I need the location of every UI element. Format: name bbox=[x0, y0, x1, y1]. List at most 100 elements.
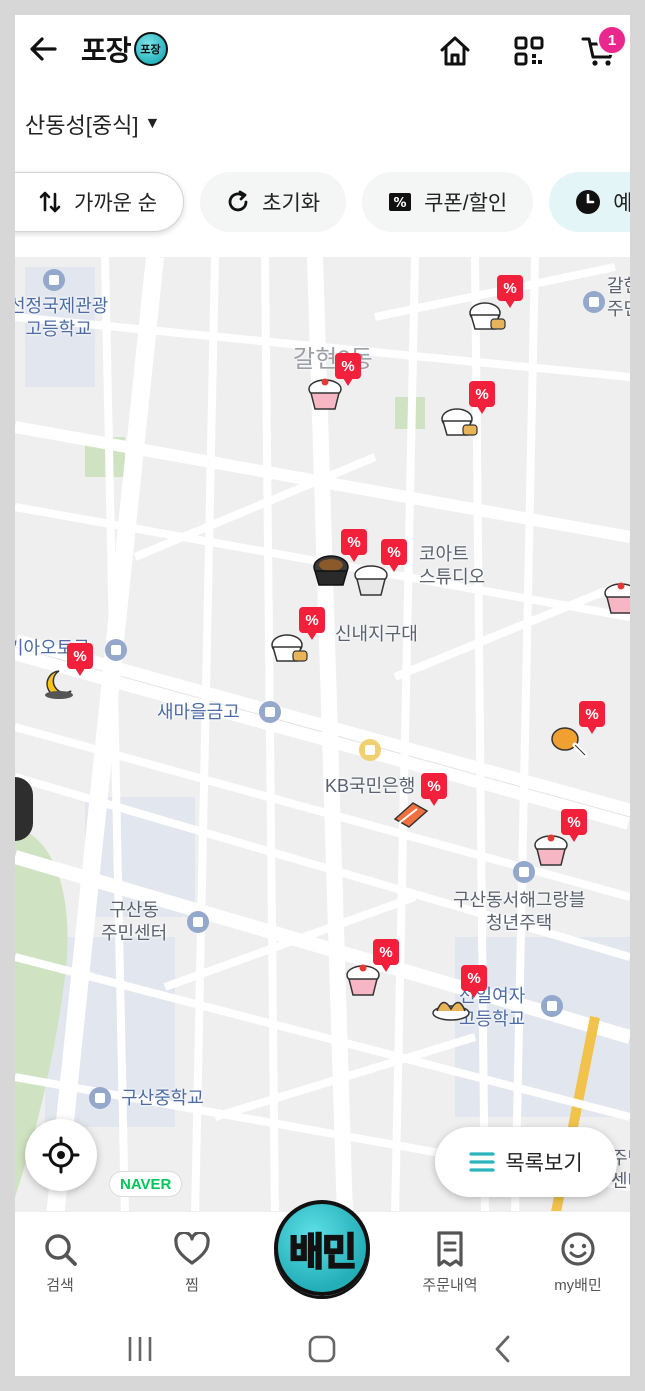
clock-icon bbox=[575, 189, 601, 215]
discount-tag: % bbox=[579, 701, 605, 734]
location-selector[interactable]: 산동성[중식] ▼ bbox=[25, 107, 160, 141]
home-button[interactable] bbox=[433, 29, 477, 73]
discount-tag: % bbox=[497, 275, 523, 308]
nav-favorites[interactable]: 찜 bbox=[147, 1224, 237, 1295]
list-icon bbox=[469, 1151, 495, 1173]
discount-tag: % bbox=[381, 539, 407, 572]
discount-tag: % bbox=[561, 809, 587, 842]
locate-me-button[interactable] bbox=[25, 1119, 97, 1191]
nav-orders[interactable]: 주문내역 bbox=[405, 1224, 495, 1295]
list-view-button[interactable]: 목록보기 bbox=[435, 1127, 617, 1197]
poi-saemaeul: 새마을금고 bbox=[157, 702, 240, 722]
caret-down-icon: ▼ bbox=[144, 115, 161, 132]
back-button[interactable] bbox=[23, 29, 63, 69]
back-arrow-icon bbox=[30, 37, 57, 61]
discount-tag: % bbox=[421, 773, 447, 806]
store-marker-rice[interactable]: % bbox=[463, 275, 527, 335]
heart-icon bbox=[147, 1224, 237, 1274]
poi-edge-top: 갈현 주민 bbox=[607, 276, 630, 319]
recent-apps-button[interactable] bbox=[110, 1331, 170, 1367]
discount-tag: % bbox=[335, 353, 361, 386]
home-square-icon bbox=[308, 1335, 336, 1363]
store-marker-cupcake[interactable]: % bbox=[527, 809, 591, 869]
receipt-icon bbox=[405, 1224, 495, 1274]
cupcake-icon bbox=[354, 565, 388, 596]
app-screen: 포장 포장 1 산동성[중식] ▼ 가까운 순 초기화 % 쿠폰/할인 예 갈현… bbox=[15, 15, 630, 1376]
poi-pin-icon bbox=[105, 639, 127, 661]
map-view[interactable]: 갈현2동 선정국제관광 고등학교 코아트 스튜디오 신내지구대 기아오토큐 새마… bbox=[15, 257, 630, 1211]
nav-my-baemin[interactable]: my배민 bbox=[533, 1224, 623, 1295]
discount-tag: % bbox=[67, 643, 93, 676]
app-header: 포장 포장 1 bbox=[15, 15, 630, 91]
discount-tag: % bbox=[469, 381, 495, 414]
search-icon bbox=[15, 1224, 105, 1274]
poi-police: 신내지구대 bbox=[335, 624, 418, 644]
nav-search[interactable]: 검색 bbox=[15, 1224, 105, 1295]
reset-chip[interactable]: 초기화 bbox=[200, 172, 347, 232]
recent-apps-icon bbox=[128, 1337, 152, 1361]
sort-chip[interactable]: 가까운 순 bbox=[15, 172, 185, 232]
poi-pin-icon bbox=[89, 1087, 111, 1109]
back-system-button[interactable] bbox=[473, 1331, 533, 1367]
logo-text: 포장 bbox=[81, 34, 132, 67]
location-label: 산동성[중식] bbox=[25, 113, 139, 138]
poi-pin-icon bbox=[43, 269, 65, 291]
svg-text:%: % bbox=[394, 196, 407, 211]
rice-bowl-icon bbox=[441, 408, 478, 436]
home-icon bbox=[440, 36, 470, 66]
rice-bowl-icon bbox=[271, 634, 308, 662]
coupon-chip-label: 쿠폰/할인 bbox=[424, 192, 508, 215]
poi-middle-school: 구산중학교 bbox=[121, 1088, 204, 1108]
chicken-leg-icon bbox=[551, 727, 588, 758]
side-float-button[interactable] bbox=[15, 777, 33, 841]
discount-tag: % bbox=[461, 965, 487, 998]
cart-button[interactable]: 1 bbox=[577, 25, 627, 73]
bottom-navigation: 검색 찜 배민 주문내역 my배민 bbox=[15, 1200, 630, 1321]
moon-night-icon bbox=[45, 670, 73, 699]
store-marker-dumpling[interactable]: % bbox=[427, 965, 491, 1025]
reserve-chip[interactable]: 예약 bbox=[549, 172, 630, 232]
cart-count-badge: 1 bbox=[597, 25, 627, 55]
discount-tag: % bbox=[373, 939, 399, 972]
nav-search-label: 검색 bbox=[46, 1277, 74, 1294]
store-marker-cupcake[interactable]: % bbox=[301, 353, 365, 413]
rice-bowl-icon bbox=[469, 302, 506, 330]
store-marker-cupcake[interactable]: % bbox=[347, 539, 411, 599]
cupcake-icon bbox=[604, 582, 630, 614]
poi-pin-icon bbox=[541, 995, 563, 1017]
store-marker-cupcake[interactable] bbox=[597, 557, 630, 617]
poi-school: 선정국제관광 고등학교 bbox=[15, 296, 109, 339]
poi-apartment: 구산동서해그랑블 청년주택 bbox=[453, 890, 586, 933]
chevron-left-icon bbox=[495, 1335, 510, 1363]
crosshair-icon bbox=[42, 1136, 80, 1174]
qr-code-icon bbox=[514, 36, 544, 66]
refresh-icon bbox=[226, 190, 250, 214]
sort-icon bbox=[38, 190, 62, 214]
bank-logo-icon bbox=[359, 739, 381, 761]
poi-pin-icon bbox=[187, 911, 209, 933]
qr-button[interactable] bbox=[507, 29, 551, 73]
reset-chip-label: 초기화 bbox=[262, 192, 321, 215]
home-system-button[interactable] bbox=[292, 1331, 352, 1367]
poi-community-center: 구산동 주민센터 bbox=[101, 900, 168, 943]
store-marker-chicken[interactable]: % bbox=[545, 701, 609, 761]
smile-icon bbox=[533, 1224, 623, 1274]
cupcake-icon bbox=[346, 964, 380, 996]
naver-logo: NAVER bbox=[109, 1171, 183, 1197]
reserve-chip-label: 예약 bbox=[613, 192, 630, 215]
poi-pin-icon bbox=[583, 291, 605, 313]
poi-studio: 코아트 스튜디오 bbox=[419, 544, 486, 587]
baemin-home-button[interactable]: 배민 bbox=[274, 1200, 370, 1296]
store-marker-sushi[interactable]: % bbox=[387, 773, 451, 833]
store-marker-rice[interactable]: % bbox=[435, 381, 499, 441]
store-marker-rice[interactable]: % bbox=[265, 607, 329, 667]
store-marker-cupcake[interactable]: % bbox=[339, 939, 403, 999]
sushi-icon bbox=[393, 802, 429, 828]
poi-pin-icon bbox=[259, 701, 281, 723]
sort-chip-label: 가까운 순 bbox=[74, 192, 158, 215]
discount-tag: % bbox=[299, 607, 325, 640]
coupon-chip[interactable]: % 쿠폰/할인 bbox=[362, 172, 534, 232]
logo-badge: 포장 bbox=[133, 32, 168, 66]
store-marker-night[interactable]: % bbox=[33, 643, 97, 703]
dumpling-icon bbox=[432, 1001, 470, 1021]
